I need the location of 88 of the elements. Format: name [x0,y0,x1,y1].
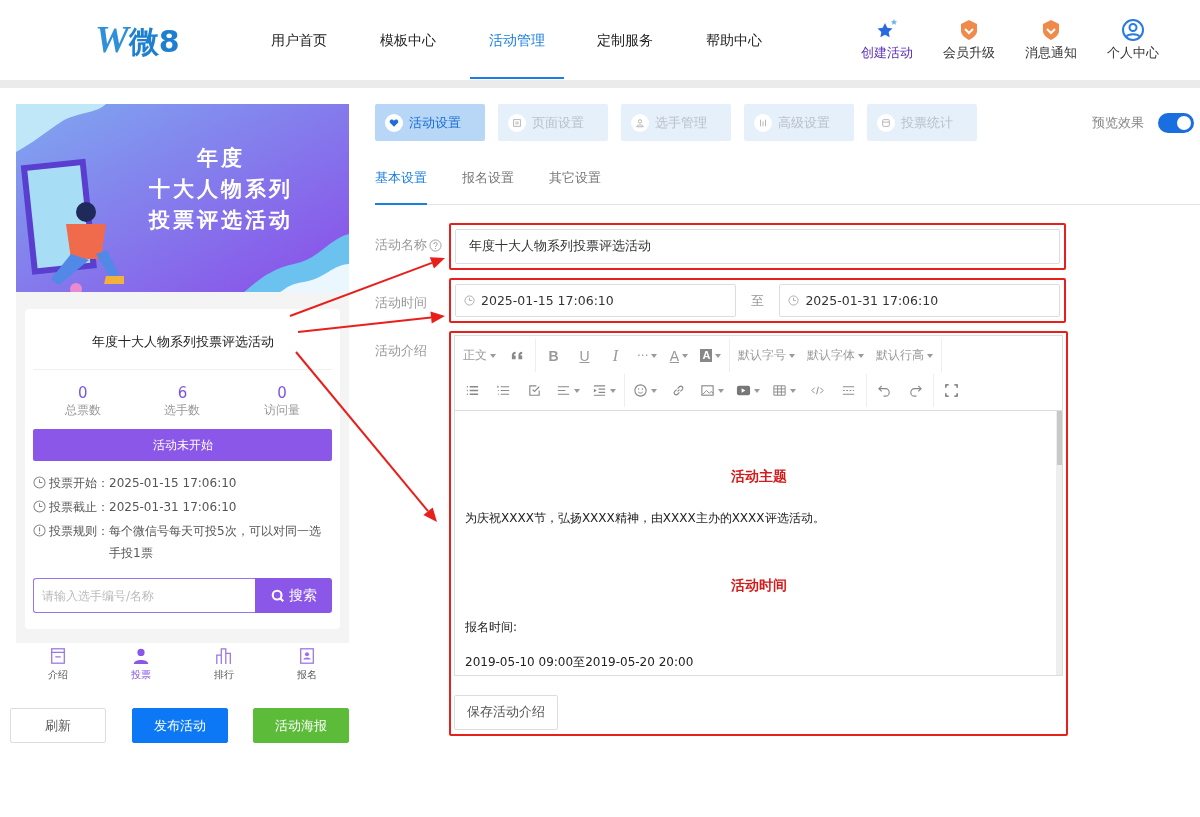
logo[interactable]: W微8 [95,17,245,63]
banner-title: 年度 [197,145,245,172]
font-color-button[interactable]: A [663,340,695,371]
line-height-dropdown[interactable]: 默认行高 [870,340,940,371]
tabbar-item[interactable]: 介绍 [32,647,83,682]
caret-icon [858,353,865,358]
search-button[interactable]: 搜索 [255,578,332,613]
content-paragraph: 2019-05-10 09:00至2019-05-20 20:00 [465,654,695,671]
caret-icon [789,353,796,358]
nav-link[interactable]: 用户首页 [245,1,353,79]
info-label: 投票开始： [49,475,109,492]
action-button[interactable]: 活动海报 [253,708,349,743]
font-family-dropdown[interactable]: 默认字体 [801,340,871,371]
search-field[interactable]: 请输入选手编号/名称 [33,578,255,613]
stat-value: 0 [277,384,287,402]
stat-label: 总票数 [64,402,101,419]
action-link[interactable]: 创建活动 [861,44,913,62]
field-label: 活动时间 [375,295,427,312]
stat-value: 0 [78,384,88,402]
clock-icon [33,500,46,513]
step-tab[interactable]: 活动设置 [375,104,485,141]
banner-title: 十大人物系列 [149,176,293,203]
content-paragraph: 为庆祝XXXX节，弘扬XXXX精神，由XXXX主办的XXXX评选活动。 [465,510,826,527]
document-icon [48,647,67,665]
person-icon [131,647,150,665]
clock-icon [464,295,475,306]
heart-icon [389,117,399,128]
bar-chart-icon [215,647,234,665]
more-button[interactable]: ··· [631,340,664,371]
help-icon[interactable] [429,239,442,252]
contact-card-icon [298,647,317,665]
stat-value: 6 [177,384,188,402]
info-label: 投票规则： [49,523,109,540]
action-button[interactable]: 刷新 [10,708,106,743]
activity-title: 年度十大人物系列投票评选活动 [33,321,332,370]
nav-link[interactable]: 帮助中心 [680,1,788,79]
date-field[interactable]: 2025-01-31 17:06:10 [779,284,1060,317]
caret-icon [927,353,934,358]
tabbar-item[interactable]: 投票 [115,647,166,682]
italic-button[interactable]: I [600,340,631,371]
action-link[interactable]: 会员升级 [943,44,995,62]
info-icon [33,524,46,537]
stat-label: 选手数 [164,402,201,419]
bold-button[interactable]: B [538,340,569,371]
caret-icon [682,353,689,358]
info-value: 每个微信号每天可投5次，可以对同一选手投1票 [109,523,322,562]
caret-icon [490,353,496,358]
save-button[interactable]: 保存活动介绍 [454,695,558,730]
page-icon [512,117,522,128]
action-link[interactable]: 个人中心 [1107,44,1159,62]
person-icon [635,117,645,128]
clock-icon [788,295,800,306]
paragraph-dropdown[interactable]: 正文 [457,340,502,371]
info-value: 2025-01-31 17:06:10 [109,499,238,516]
action-button[interactable]: 发布活动 [131,708,228,743]
field-label: 活动名称 [375,237,427,254]
clock-icon [33,476,46,489]
tabbar-item[interactable]: 排行 [199,647,250,682]
sliders-icon [758,117,768,128]
search-icon [270,588,285,603]
sub-tab[interactable]: 基本设置 [375,159,427,205]
banner-title: 投票评选活动 [149,207,293,234]
content-heading: 活动时间 [729,577,788,595]
toggle-label: 预览效果 [1092,113,1144,132]
underline-button[interactable]: U [569,340,600,371]
field-label: 活动介绍 [375,343,427,360]
name-field[interactable]: 年度十大人物系列投票评选活动 [455,229,1060,264]
font-size-dropdown[interactable]: 默认字号 [732,340,802,371]
caret-icon [651,353,658,358]
sub-tab[interactable]: 其它设置 [549,159,601,204]
range-separator: 至 [750,291,765,310]
user-icon[interactable] [1121,18,1145,42]
background-color-button[interactable]: A [694,340,728,371]
stat-label: 访问量 [264,402,301,419]
tabbar-item[interactable]: 报名 [282,647,333,682]
preview-switch[interactable] [1158,112,1194,133]
content-heading: 活动主题 [729,468,788,486]
caret-icon [715,353,722,358]
date-field[interactable]: 2025-01-15 17:06:10 [455,284,736,317]
status-bar: 活动未开始 [33,429,332,461]
nav-link[interactable]: 定制服务 [571,1,679,79]
action-link[interactable]: 消息通知 [1025,44,1077,62]
panel-icon [881,117,891,128]
info-value: 2025-01-15 17:06:10 [109,475,238,492]
sub-tab[interactable]: 报名设置 [462,159,514,204]
info-label: 投票截止： [49,499,109,516]
nav-link[interactable]: 模板中心 [354,1,462,79]
content-paragraph: 报名时间: [465,619,519,636]
